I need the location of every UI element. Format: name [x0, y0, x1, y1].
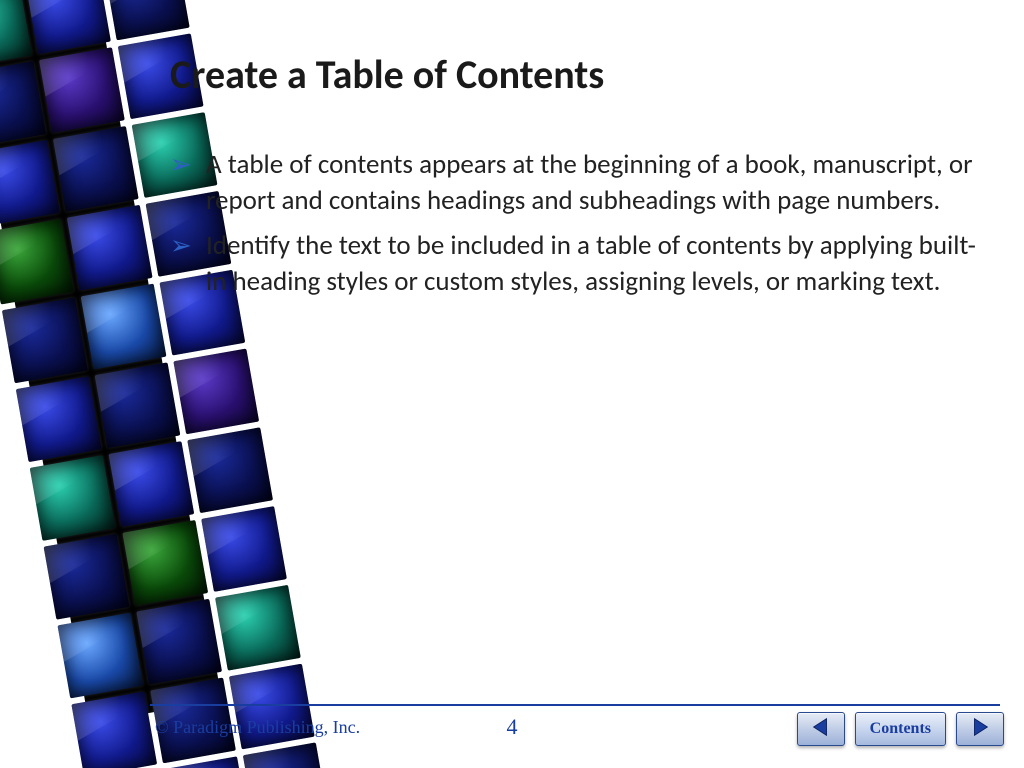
bullet-item: A table of contents appears at the begin…: [170, 147, 984, 218]
prev-button[interactable]: [797, 712, 845, 746]
next-button[interactable]: [956, 712, 1004, 746]
content-area: Create a Table of Contents A table of co…: [170, 50, 984, 310]
contents-button[interactable]: Contents: [855, 712, 946, 746]
bullet-item: Identify the text to be included in a ta…: [170, 228, 984, 299]
contents-button-label: Contents: [870, 720, 931, 738]
nav-bar: Contents: [797, 712, 1004, 746]
triangle-right-icon: [969, 716, 991, 743]
slide: Create a Table of Contents A table of co…: [0, 0, 1024, 768]
slide-title: Create a Table of Contents: [170, 50, 984, 99]
page-number: 4: [507, 714, 518, 740]
footer-divider: [150, 704, 1000, 706]
triangle-left-icon: [810, 716, 832, 743]
bullet-list: A table of contents appears at the begin…: [170, 147, 984, 300]
copyright-text: © Paradigm Publishing, Inc.: [155, 717, 360, 738]
